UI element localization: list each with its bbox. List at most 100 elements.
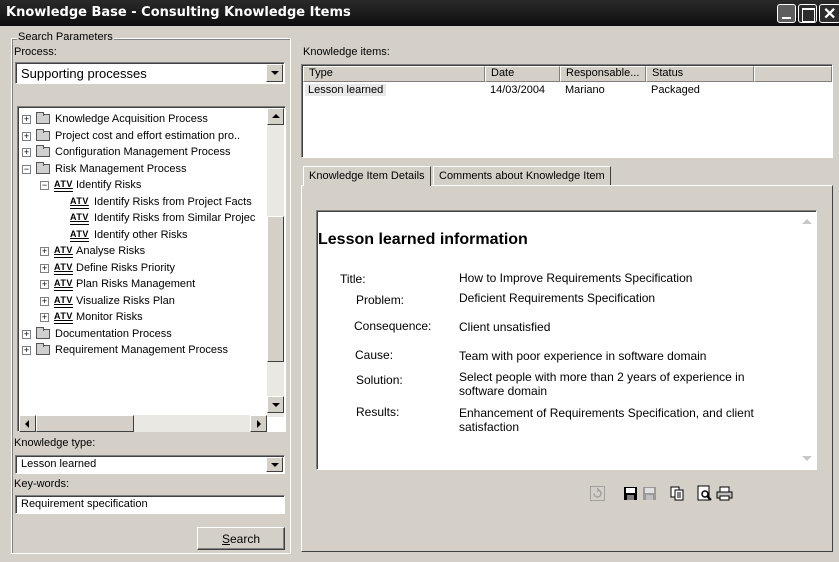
- tree-item[interactable]: ATV Identify Risks from Project Facts: [18, 194, 283, 210]
- tree-item-label: Identify Risks from Similar Projec: [94, 212, 256, 224]
- field-value-consequence: Client unsatisfied: [459, 320, 551, 334]
- activity-icon: ATV: [54, 261, 73, 275]
- keywords-input-value: Requirement specification: [21, 498, 148, 510]
- search-button-label: earch: [229, 532, 261, 546]
- hscroll-thumb[interactable]: [36, 415, 134, 432]
- chevron-down-icon[interactable]: [266, 64, 283, 82]
- tab-knowledge-item-details[interactable]: Knowledge Item Details: [303, 166, 431, 186]
- minimize-button[interactable]: [777, 4, 796, 23]
- activity-icon: ATV: [54, 278, 73, 291]
- folder-icon: [36, 343, 50, 355]
- field-label-cause: Cause:: [355, 348, 394, 362]
- expand-icon[interactable]: +: [40, 313, 49, 322]
- tab-comments[interactable]: Comments about Knowledge Item: [433, 166, 611, 185]
- knowledge-type-select[interactable]: Lesson learned: [15, 455, 285, 474]
- table-row[interactable]: Lesson learned 14/03/2004 Mariano Packag…: [302, 65, 832, 101]
- window-title: Knowledge Base - Consulting Knowledge It…: [6, 5, 351, 20]
- field-value-title: How to Improve Requirements Specificatio…: [459, 271, 693, 285]
- tree-item[interactable]: + Requirement Management Process: [18, 342, 283, 358]
- activity-icon: ATV: [54, 245, 73, 258]
- process-select[interactable]: Supporting processes: [15, 62, 285, 84]
- keywords-label: Key-words:: [14, 478, 70, 490]
- copy-icon[interactable]: [668, 484, 687, 503]
- tree-item-label: Configuration Management Process: [55, 146, 231, 158]
- knowledge-items-list[interactable]: Type Date Responsable... Status Lesson l…: [301, 64, 833, 158]
- tree-item-label: Project cost and effort estimation pro..: [55, 129, 241, 142]
- activity-icon: ATV: [54, 179, 73, 192]
- knowledge-type-value: Lesson learned: [21, 458, 97, 470]
- maximize-button[interactable]: [798, 4, 817, 23]
- scroll-left-icon[interactable]: [19, 415, 36, 432]
- folder-icon: [36, 128, 50, 141]
- refresh-icon[interactable]: [588, 484, 607, 503]
- tree-item[interactable]: + ATV Visualize Risks Plan: [18, 293, 283, 309]
- tree-item[interactable]: ATV Identify other Risks: [18, 227, 283, 243]
- scroll-up-icon[interactable]: [267, 108, 284, 125]
- save-all-icon[interactable]: [640, 484, 659, 503]
- tree-item[interactable]: − ATV Identify Risks: [18, 177, 283, 193]
- tree-item-label: Identify other Risks: [94, 228, 188, 241]
- details-scrollbar[interactable]: [798, 212, 815, 468]
- tree-item[interactable]: + ATV Analyse Risks: [18, 243, 283, 259]
- process-select-value: Supporting processes: [21, 66, 147, 81]
- scroll-thumb[interactable]: [267, 216, 284, 362]
- tree-item[interactable]: + Project cost and effort estimation pro.…: [18, 128, 283, 144]
- tree-item-label: Identify Risks from Project Facts: [94, 195, 252, 208]
- expand-icon[interactable]: +: [22, 329, 31, 339]
- scroll-down-icon[interactable]: [802, 456, 812, 461]
- expand-icon[interactable]: +: [22, 148, 31, 157]
- save-icon[interactable]: [621, 484, 640, 503]
- expand-icon[interactable]: +: [40, 296, 49, 306]
- field-label-solution: Solution:: [356, 373, 403, 387]
- collapse-icon[interactable]: −: [22, 164, 31, 174]
- tree-item-label: Visualize Risks Plan: [76, 294, 175, 307]
- tree-item-label: Requirement Management Process: [55, 344, 229, 356]
- tree-item[interactable]: + Knowledge Acquisition Process: [18, 111, 283, 127]
- scroll-up-icon[interactable]: [802, 219, 812, 224]
- keywords-input[interactable]: Requirement specification: [15, 495, 285, 514]
- tree-horizontal-scrollbar[interactable]: [19, 415, 267, 432]
- expand-icon[interactable]: +: [22, 115, 31, 124]
- tree-item-label: Define Risks Priority: [76, 261, 176, 274]
- tree-item[interactable]: + Documentation Process: [18, 326, 283, 342]
- process-tree[interactable]: + Knowledge Acquisition Process + Project c…: [17, 106, 286, 432]
- tree-item[interactable]: + ATV Plan Risks Management: [18, 276, 283, 292]
- tree-item[interactable]: + ATV Define Risks Priority: [18, 260, 283, 276]
- row-date: 14/03/2004: [490, 84, 546, 96]
- print-preview-icon[interactable]: [695, 484, 714, 503]
- tree-item[interactable]: ATV Identify Risks from Similar Projec: [18, 210, 283, 226]
- title-bar[interactable]: Knowledge Base - Consulting Knowledge It…: [0, 0, 839, 26]
- print-icon[interactable]: [715, 484, 734, 503]
- folder-icon: [36, 145, 50, 157]
- field-value-cause: Team with poor experience in software do…: [459, 349, 707, 363]
- tree-item-label: Documentation Process: [55, 327, 172, 340]
- knowledge-base-window: Knowledge Base - Consulting Knowledge It…: [0, 0, 839, 562]
- activity-icon: ATV: [70, 212, 89, 225]
- details-heading: Lesson learned information: [318, 231, 528, 248]
- search-button[interactable]: Search: [197, 527, 285, 550]
- field-value-problem: Deficient Requirements Specification: [459, 291, 656, 305]
- expand-icon[interactable]: +: [40, 263, 49, 273]
- expand-icon[interactable]: +: [40, 280, 49, 289]
- tree-item-label: Monitor Risks: [76, 311, 143, 323]
- scroll-down-icon[interactable]: [267, 396, 284, 413]
- tree-item[interactable]: + ATV Monitor Risks: [18, 309, 283, 325]
- activity-icon: ATV: [70, 228, 89, 242]
- tree-item[interactable]: − Risk Management Process: [18, 161, 283, 177]
- tree-vertical-scrollbar[interactable]: [267, 108, 284, 417]
- field-value-solution: Select people with more than 2 years of …: [459, 370, 745, 398]
- knowledge-items-label: Knowledge items:: [303, 46, 390, 58]
- tree-item[interactable]: + Configuration Management Process: [18, 144, 283, 160]
- scroll-right-icon[interactable]: [250, 415, 267, 432]
- chevron-down-icon[interactable]: [266, 457, 283, 472]
- expand-icon[interactable]: +: [22, 131, 31, 141]
- close-button[interactable]: ✕: [819, 4, 839, 23]
- tree-item-label: Identify Risks: [76, 179, 142, 191]
- collapse-icon[interactable]: −: [40, 181, 49, 190]
- activity-icon: ATV: [54, 311, 73, 324]
- expand-icon[interactable]: +: [22, 346, 31, 355]
- row-type: Lesson learned: [305, 84, 387, 96]
- expand-icon[interactable]: +: [40, 247, 49, 256]
- tree-item-label: Risk Management Process: [55, 162, 187, 175]
- activity-icon: ATV: [54, 294, 73, 308]
